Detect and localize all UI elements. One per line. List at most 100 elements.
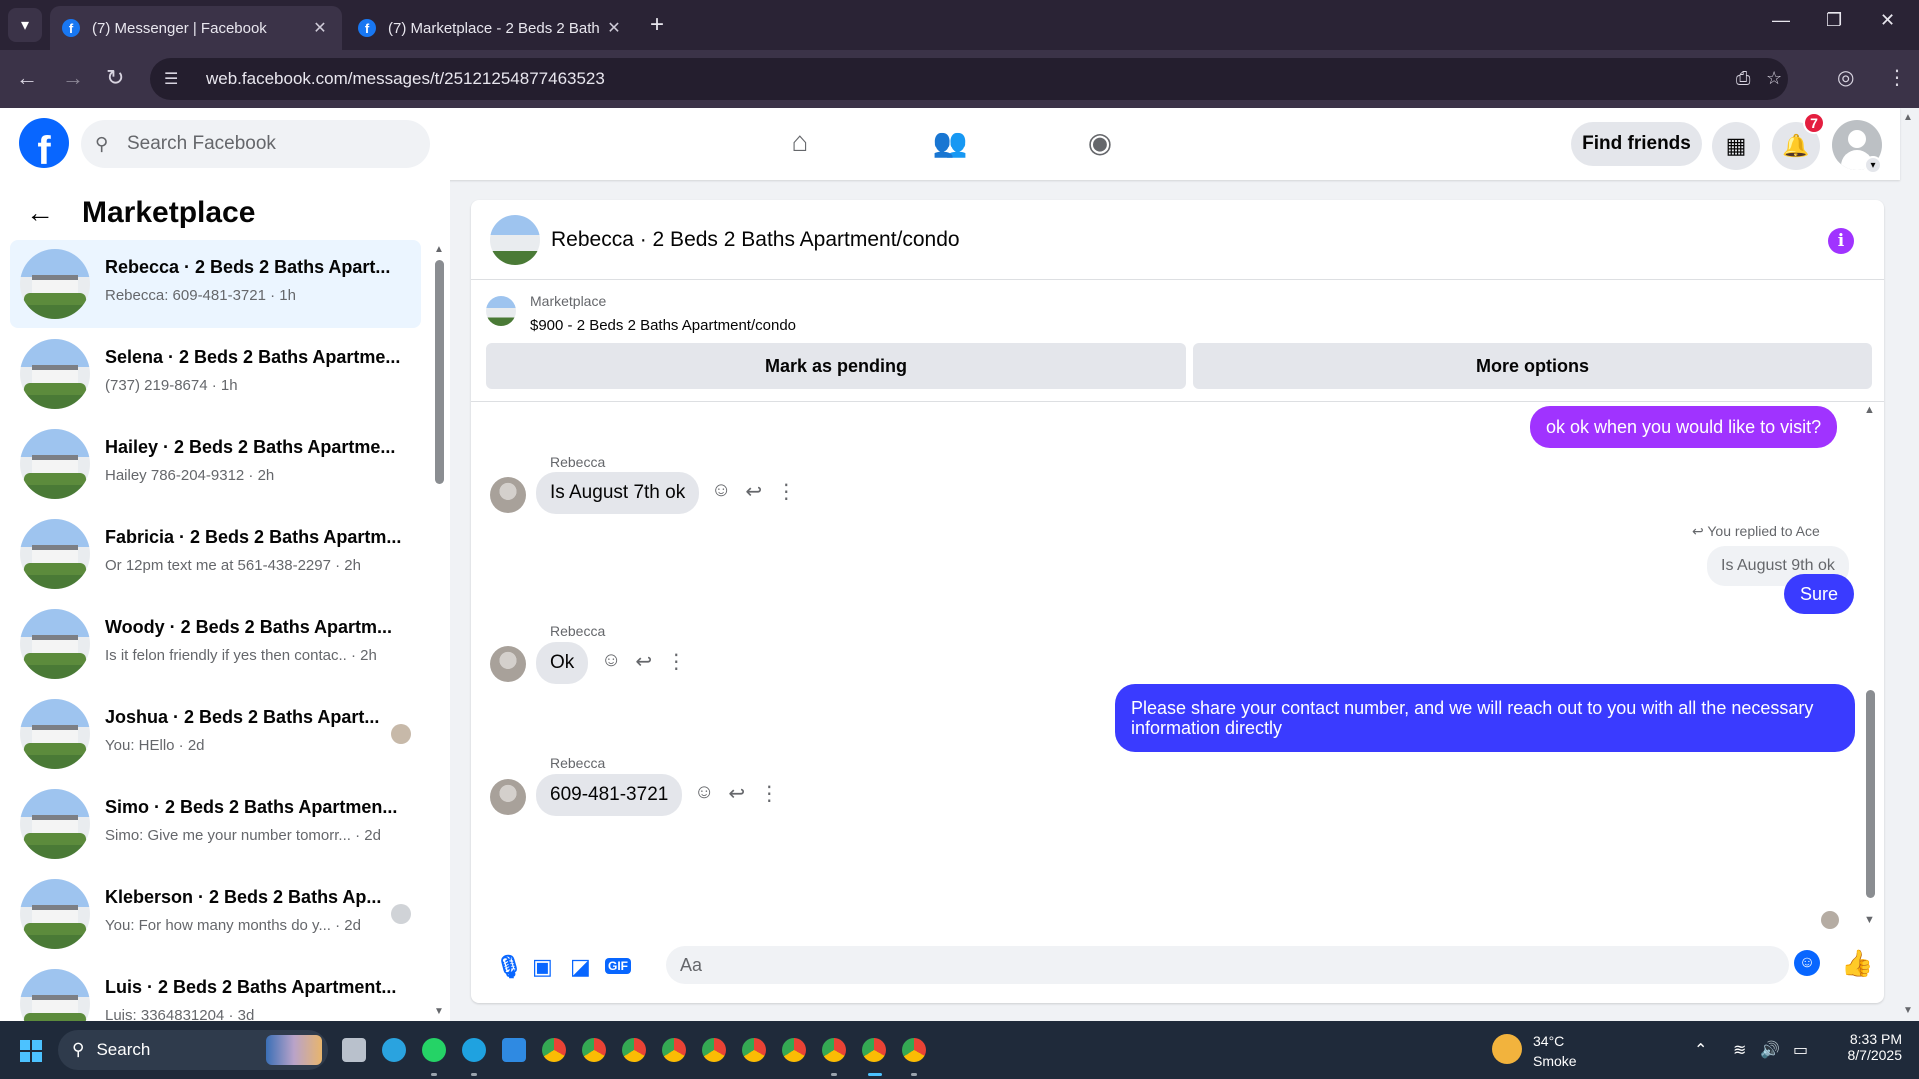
info-icon[interactable]: i [1828, 228, 1854, 254]
more-vertical-icon[interactable]: ⋮ [776, 479, 796, 504]
outgoing-message[interactable]: Please share your contact number, and we… [1115, 684, 1855, 752]
chrome-profile-icon[interactable] [702, 1038, 726, 1062]
conversation-item[interactable]: Woody · 2 Beds 2 Baths Apartm... Is it f… [10, 600, 421, 688]
menu-grid-icon[interactable]: ▦ [1712, 122, 1760, 170]
chrome-icon[interactable] [542, 1038, 566, 1062]
forward-arrow-icon[interactable]: → [62, 65, 84, 91]
new-tab-button[interactable]: + [650, 12, 664, 38]
site-info-icon[interactable]: ☰ [164, 69, 184, 89]
sender-avatar[interactable] [490, 779, 526, 815]
incoming-message[interactable]: 609-481-3721 [536, 774, 683, 816]
facebook-logo[interactable]: f [19, 118, 69, 168]
listing-price[interactable]: $900 - 2 Beds 2 Baths Apartment/condo [530, 317, 796, 334]
listing-thumbnail[interactable] [486, 296, 516, 326]
photo-icon[interactable]: ▣ [532, 954, 553, 980]
telegram-icon[interactable] [382, 1038, 406, 1062]
volume-icon[interactable]: 🔊 [1760, 1040, 1780, 1060]
tab-search-button[interactable]: ▾ [8, 8, 42, 42]
conversation-item[interactable]: Luis · 2 Beds 2 Baths Apartment... Luis:… [10, 960, 421, 1021]
react-emoji-icon[interactable]: ☺ [601, 649, 621, 674]
listing-avatar[interactable] [490, 215, 540, 265]
chrome-profile-icon[interactable] [862, 1038, 886, 1062]
friends-icon[interactable]: 👥 [930, 126, 970, 162]
install-app-icon[interactable]: ⎙ [1736, 68, 1750, 89]
back-arrow-icon[interactable]: ← [16, 65, 38, 91]
conversation-item[interactable]: Hailey · 2 Beds 2 Baths Apartme... Haile… [10, 420, 421, 508]
microphone-icon[interactable]: 🎙 [495, 954, 523, 980]
windows-start-icon[interactable] [20, 1040, 42, 1062]
home-icon[interactable]: ⌂ [780, 126, 820, 162]
mark-as-pending-button[interactable]: Mark as pending [486, 343, 1186, 389]
tab-close-icon[interactable]: ✕ [604, 18, 624, 38]
chat-title[interactable]: Rebecca · 2 Beds 2 Baths Apartment/condo [551, 228, 960, 252]
conversation-item[interactable]: Rebecca · 2 Beds 2 Baths Apart... Rebecc… [10, 240, 421, 328]
scroll-up-arrow-icon[interactable]: ▲ [1864, 404, 1875, 416]
chrome-profile-icon[interactable] [902, 1038, 926, 1062]
conversation-item[interactable]: Simo · 2 Beds 2 Baths Apartmen... Simo: … [10, 780, 421, 868]
task-view-icon[interactable] [342, 1038, 366, 1062]
minimize-button[interactable]: — [1772, 10, 1790, 31]
chevron-up-icon[interactable]: ⌃ [1694, 1040, 1707, 1060]
conversation-item[interactable]: Selena · 2 Beds 2 Baths Apartme... (737)… [10, 330, 421, 418]
reply-icon[interactable]: ↩ [728, 781, 745, 806]
gif-icon[interactable]: GIF [605, 958, 631, 974]
more-vertical-icon[interactable]: ⋮ [666, 649, 686, 674]
chrome-profile-icon[interactable] [582, 1038, 606, 1062]
more-vertical-icon[interactable]: ⋮ [759, 781, 779, 806]
close-window-button[interactable]: ✕ [1880, 10, 1895, 31]
sidebar-scrollbar[interactable] [435, 260, 444, 484]
weather-icon[interactable] [1492, 1034, 1522, 1064]
edge-icon[interactable] [462, 1038, 486, 1062]
profile-icon[interactable]: ◎ [1837, 65, 1854, 90]
outgoing-message[interactable]: ok ok when you would like to visit? [1530, 406, 1838, 448]
reload-icon[interactable]: ↻ [106, 65, 124, 91]
message-input[interactable]: Aa [666, 946, 1789, 984]
outgoing-message[interactable]: Sure [1784, 574, 1855, 614]
url-text[interactable]: web.facebook.com/messages/t/251212548774… [206, 69, 605, 89]
tab-marketplace[interactable]: f (7) Marketplace - 2 Beds 2 Bath ✕ [346, 6, 636, 50]
chrome-profile-icon[interactable] [822, 1038, 846, 1062]
conversation-item[interactable]: Kleberson · 2 Beds 2 Baths Ap... You: Fo… [10, 870, 421, 958]
react-emoji-icon[interactable]: ☺ [711, 479, 731, 504]
restore-button[interactable]: ❐ [1826, 10, 1842, 31]
react-emoji-icon[interactable]: ☺ [694, 781, 714, 806]
groups-icon[interactable]: ◉ [1080, 126, 1120, 162]
battery-icon[interactable]: ▭ [1793, 1040, 1808, 1060]
scroll-down-arrow-icon[interactable]: ▼ [1864, 914, 1875, 926]
scroll-down-arrow-icon[interactable]: ▼ [434, 1006, 444, 1017]
bookmark-star-icon[interactable]: ☆ [1766, 68, 1782, 89]
thumbs-up-icon[interactable]: 👍 [1841, 948, 1873, 979]
chrome-profile-icon[interactable] [662, 1038, 686, 1062]
find-friends-button[interactable]: Find friends [1571, 122, 1702, 166]
taskbar-search[interactable]: ⚲ Search [58, 1030, 328, 1070]
incoming-message[interactable]: Is August 7th ok [536, 472, 700, 514]
vscode-icon[interactable] [502, 1038, 526, 1062]
page-scroll-up-icon[interactable]: ▲ [1903, 112, 1913, 123]
tab-close-icon[interactable]: ✕ [310, 18, 330, 38]
page-scroll-down-icon[interactable]: ▼ [1903, 1005, 1913, 1016]
chrome-profile-icon[interactable] [782, 1038, 806, 1062]
chrome-profile-icon[interactable] [622, 1038, 646, 1062]
chat-scrollbar[interactable] [1866, 690, 1875, 898]
conversation-item[interactable]: Fabricia · 2 Beds 2 Baths Apartm... Or 1… [10, 510, 421, 598]
tab-messenger[interactable]: f (7) Messenger | Facebook ✕ [50, 6, 342, 50]
chevron-down-icon[interactable]: ▾ [1864, 156, 1882, 174]
incoming-message[interactable]: Ok [536, 642, 589, 684]
sender-avatar[interactable] [490, 646, 526, 682]
reply-icon[interactable]: ↩ [745, 479, 762, 504]
wifi-icon[interactable]: ≋ [1733, 1040, 1746, 1060]
sticker-icon[interactable]: ◪ [570, 954, 591, 980]
more-options-button[interactable]: More options [1193, 343, 1872, 389]
emoji-icon[interactable]: ☺ [1794, 950, 1820, 976]
address-bar[interactable]: ☰ web.facebook.com/messages/t/2512125487… [150, 58, 1788, 100]
browser-menu-icon[interactable]: ⋮ [1887, 65, 1907, 90]
back-arrow-icon[interactable]: ← [26, 197, 66, 229]
scroll-up-arrow-icon[interactable]: ▲ [434, 244, 444, 255]
conversation-item[interactable]: Joshua · 2 Beds 2 Baths Apart... You: HE… [10, 690, 421, 778]
whatsapp-icon[interactable] [422, 1038, 446, 1062]
chrome-profile-icon[interactable] [742, 1038, 766, 1062]
system-clock[interactable]: 8:33 PM 8/7/2025 [1830, 1031, 1903, 1063]
sender-avatar[interactable] [490, 477, 526, 513]
reply-icon[interactable]: ↩ [635, 649, 652, 674]
search-facebook-input[interactable]: ⚲ Search Facebook [81, 120, 430, 168]
